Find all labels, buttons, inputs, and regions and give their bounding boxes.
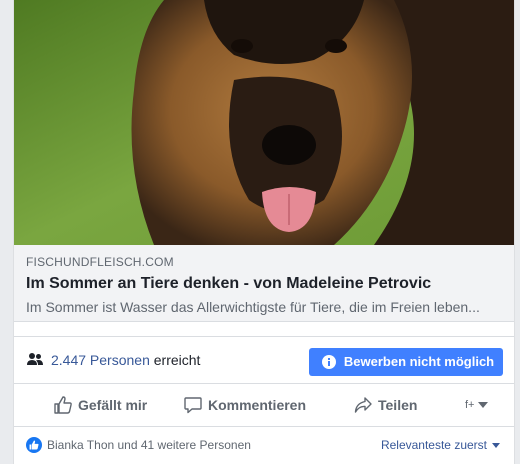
dog-photo [14, 0, 514, 245]
reach-text: 2.447 Personen erreicht [51, 351, 200, 369]
boost-unavailable-button[interactable]: Bewerben nicht möglich [309, 348, 503, 376]
reaction-picker[interactable]: f+ [465, 384, 489, 426]
reach-row: 2.447 Personen erreicht Bewerben nicht m… [14, 336, 514, 384]
link-title[interactable]: Im Sommer an Tiere denken - von Madelein… [26, 273, 502, 295]
like-label: Gefällt mir [78, 397, 148, 413]
reactors-link[interactable]: Bianka Thon und 41 weitere Personen [47, 437, 251, 453]
share-label: Teilen [378, 397, 418, 413]
link-domain: FISCHUNDFLEISCH.COM [26, 255, 174, 269]
people-icon [27, 353, 43, 365]
post-card: FISCHUNDFLEISCH.COM Im Sommer an Tiere d… [13, 0, 515, 464]
comment-button[interactable]: Kommentieren [184, 384, 306, 426]
like-reaction-icon [26, 437, 42, 453]
comment-sort-dropdown[interactable]: Relevanteste zuerst [381, 437, 500, 453]
comment-label: Kommentieren [208, 397, 307, 413]
info-icon [321, 355, 336, 369]
reach-count-link[interactable]: 2.447 Personen [51, 352, 150, 368]
link-preview-meta[interactable]: FISCHUNDFLEISCH.COM Im Sommer an Tiere d… [14, 245, 514, 322]
reactions-summary: Bianka Thon und 41 weitere Personen Rele… [14, 427, 514, 464]
sort-label: Relevanteste zuerst [380, 438, 487, 452]
share-button[interactable]: Teilen [354, 384, 417, 426]
thumbs-up-icon [29, 440, 39, 450]
link-description: Im Sommer ist Wasser das Allerwichtigste… [26, 299, 480, 315]
boost-button-label: Bewerben nicht möglich [343, 354, 495, 369]
post-actions: Gefällt mir Kommentieren Teilen f+ [14, 384, 514, 427]
picker-glyph: f+ [465, 399, 475, 411]
comment-icon [184, 397, 202, 414]
thumbs-up-icon [54, 396, 72, 414]
chevron-down-icon [478, 402, 489, 408]
share-icon [354, 397, 372, 413]
chevron-down-icon [492, 442, 500, 448]
reach-suffix: erreicht [153, 352, 201, 368]
link-preview-image[interactable] [14, 0, 514, 245]
like-button[interactable]: Gefällt mir [54, 384, 147, 426]
